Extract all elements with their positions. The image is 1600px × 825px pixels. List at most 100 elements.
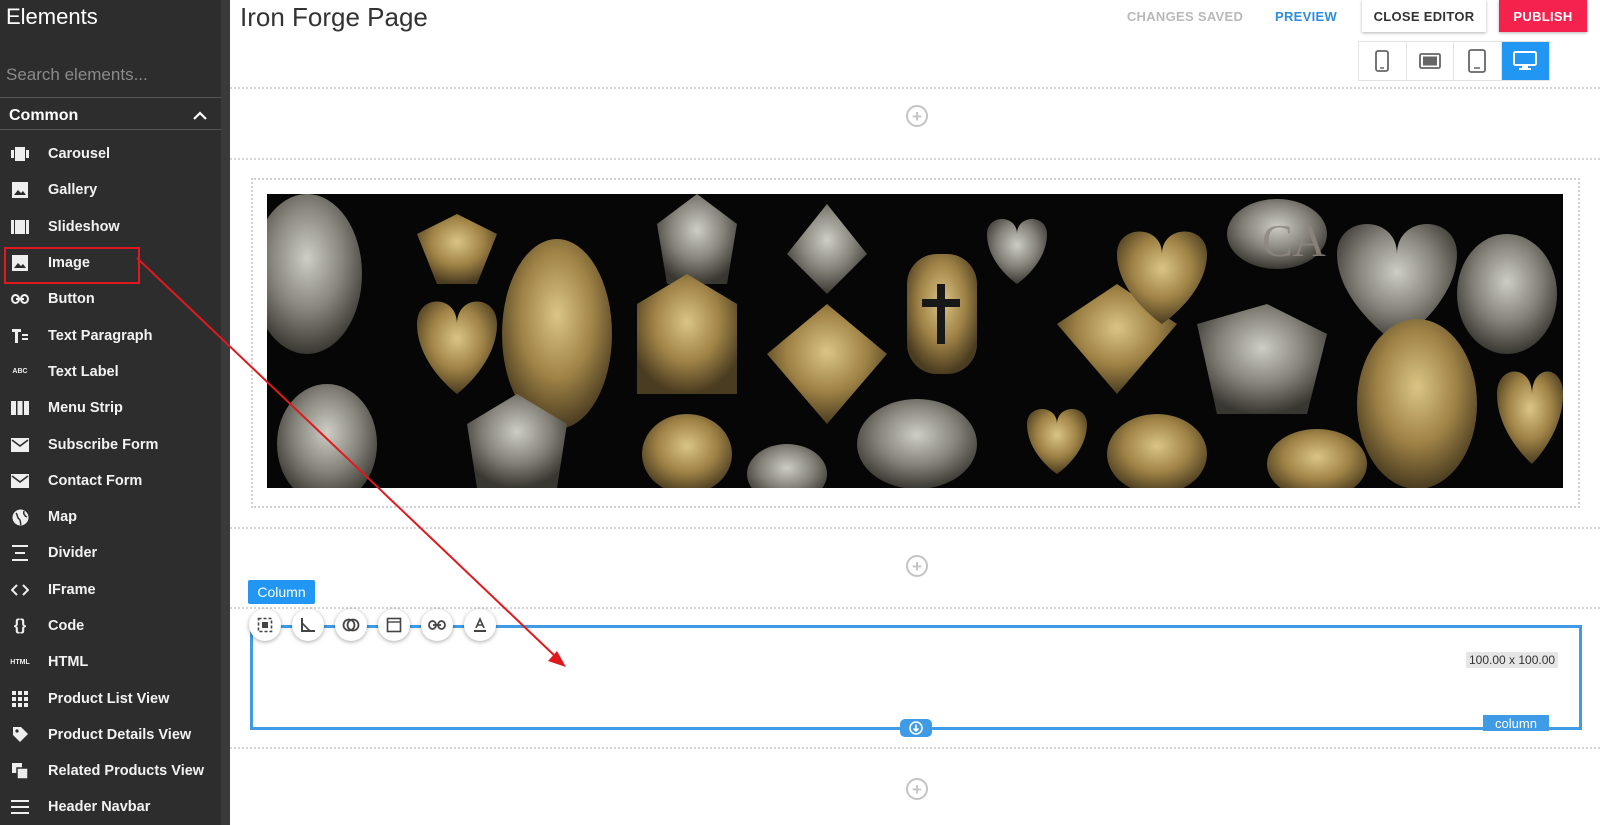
column-bottom-label: column bbox=[1483, 715, 1549, 731]
select-tool-button[interactable] bbox=[249, 609, 281, 641]
category-common-header[interactable]: Common bbox=[0, 102, 221, 130]
sidebar-scrollbar[interactable] bbox=[221, 0, 230, 825]
angle-icon bbox=[301, 618, 315, 632]
changes-saved-status: CHANGES SAVED bbox=[1126, 8, 1244, 24]
element-item-menu-strip[interactable]: Menu Strip bbox=[0, 390, 221, 426]
banner-artwork: CA bbox=[267, 194, 1563, 488]
element-item-iframe[interactable]: IFrame bbox=[0, 572, 221, 608]
device-switcher bbox=[1358, 41, 1550, 81]
search-elements-input[interactable] bbox=[0, 52, 221, 98]
publish-button[interactable]: PUBLISH bbox=[1499, 0, 1587, 32]
layers-icon bbox=[342, 618, 360, 632]
add-row-icon[interactable]: + bbox=[906, 778, 928, 800]
code-brackets-icon bbox=[11, 581, 29, 599]
carousel-icon bbox=[11, 145, 29, 163]
close-editor-button[interactable]: CLOSE EDITOR bbox=[1362, 0, 1486, 32]
jewelry-banner-image[interactable]: CA bbox=[267, 194, 1563, 488]
layers-tool-button[interactable] bbox=[335, 609, 367, 641]
device-tablet-button[interactable] bbox=[1454, 42, 1502, 80]
element-item-image[interactable]: Image bbox=[0, 245, 221, 285]
element-item-code[interactable]: {} Code bbox=[0, 608, 221, 644]
device-desktop-button[interactable] bbox=[1501, 42, 1549, 80]
row-divider bbox=[230, 87, 1600, 89]
element-label: HTML bbox=[48, 654, 89, 671]
element-item-product-list-view[interactable]: Product List View bbox=[0, 680, 221, 716]
abc-icon: ABC bbox=[12, 368, 28, 376]
element-item-text-label[interactable]: ABC Text Label bbox=[0, 354, 221, 390]
text-paragraph-icon bbox=[11, 327, 29, 345]
divider-icon bbox=[11, 544, 29, 562]
element-label: Carousel bbox=[48, 146, 111, 163]
element-label: Text Label bbox=[48, 363, 119, 380]
elements-sidebar: Elements Common Carousel Gallery Slidesh… bbox=[0, 0, 221, 825]
element-list: Carousel Gallery Slideshow Image Button … bbox=[0, 136, 221, 825]
mail-icon bbox=[11, 472, 29, 490]
tablet-icon bbox=[1468, 49, 1487, 73]
banner-watermark: CA bbox=[1262, 215, 1326, 266]
desktop-icon bbox=[1513, 51, 1538, 70]
preview-button[interactable]: PREVIEW bbox=[1262, 0, 1350, 32]
angle-tool-button[interactable] bbox=[292, 609, 324, 641]
row-divider bbox=[230, 158, 1600, 160]
frame-icon bbox=[386, 617, 402, 633]
add-row-icon[interactable]: + bbox=[906, 105, 928, 127]
element-item-slideshow[interactable]: Slideshow bbox=[0, 209, 221, 245]
grid-icon bbox=[11, 690, 29, 708]
link-tool-button[interactable] bbox=[421, 609, 453, 641]
row-divider bbox=[230, 747, 1600, 749]
mail-icon bbox=[11, 436, 29, 454]
element-label: Subscribe Form bbox=[48, 436, 159, 453]
frame-tool-button[interactable] bbox=[378, 609, 410, 641]
element-label: Map bbox=[48, 509, 77, 526]
device-tablet-landscape-button[interactable] bbox=[1407, 42, 1454, 80]
element-item-map[interactable]: Map bbox=[0, 499, 221, 535]
element-item-button[interactable]: Button bbox=[0, 281, 221, 317]
element-item-header-navbar[interactable]: Header Navbar bbox=[0, 789, 221, 825]
element-item-html[interactable]: HTML HTML bbox=[0, 644, 221, 680]
element-item-carousel[interactable]: Carousel bbox=[0, 136, 221, 172]
link-icon bbox=[428, 620, 446, 630]
element-label: Button bbox=[48, 291, 95, 308]
gallery-icon bbox=[11, 181, 29, 199]
menu-strip-icon bbox=[11, 399, 29, 417]
arrow-down-circle-icon bbox=[909, 721, 923, 735]
element-item-divider[interactable]: Divider bbox=[0, 535, 221, 571]
element-label: Text Paragraph bbox=[48, 327, 153, 344]
element-label: Menu Strip bbox=[48, 400, 123, 417]
element-item-text-paragraph[interactable]: Text Paragraph bbox=[0, 317, 221, 353]
element-label: Related Products View bbox=[48, 763, 205, 780]
page-title: Iron Forge Page bbox=[240, 2, 428, 32]
element-label: Product Details View bbox=[48, 726, 192, 743]
column-expand-button[interactable] bbox=[900, 719, 932, 737]
element-item-product-details-view[interactable]: Product Details View bbox=[0, 717, 221, 753]
row-divider bbox=[230, 527, 1600, 529]
element-label: Image bbox=[48, 255, 90, 272]
element-item-subscribe-form[interactable]: Subscribe Form bbox=[0, 426, 221, 462]
element-label: Header Navbar bbox=[48, 799, 151, 816]
text-color-icon bbox=[474, 617, 486, 632]
element-label: Gallery bbox=[48, 182, 98, 199]
element-label: Product List View bbox=[48, 690, 170, 707]
element-item-contact-form[interactable]: Contact Form bbox=[0, 463, 221, 499]
element-item-related-products-view[interactable]: Related Products View bbox=[0, 753, 221, 789]
globe-icon bbox=[11, 508, 29, 526]
element-label: Slideshow bbox=[48, 218, 120, 235]
menu-icon bbox=[11, 798, 29, 816]
device-phone-button[interactable] bbox=[1359, 42, 1407, 80]
selected-column[interactable] bbox=[250, 625, 1582, 730]
text-color-tool-button[interactable] bbox=[464, 609, 496, 641]
category-label: Common bbox=[9, 106, 79, 124]
html-icon: HTML bbox=[10, 658, 30, 666]
image-icon bbox=[11, 254, 29, 272]
link-icon bbox=[11, 290, 29, 308]
element-label: IFrame bbox=[48, 581, 96, 598]
add-row-icon[interactable]: + bbox=[906, 555, 928, 577]
slideshow-icon bbox=[11, 218, 29, 236]
element-item-gallery[interactable]: Gallery bbox=[0, 172, 221, 208]
element-label: Contact Form bbox=[48, 472, 143, 489]
select-icon bbox=[257, 617, 273, 633]
chevron-up-icon bbox=[193, 110, 207, 120]
copy-icon bbox=[11, 762, 29, 780]
tag-icon bbox=[11, 726, 29, 744]
column-tag: Column bbox=[248, 580, 315, 604]
